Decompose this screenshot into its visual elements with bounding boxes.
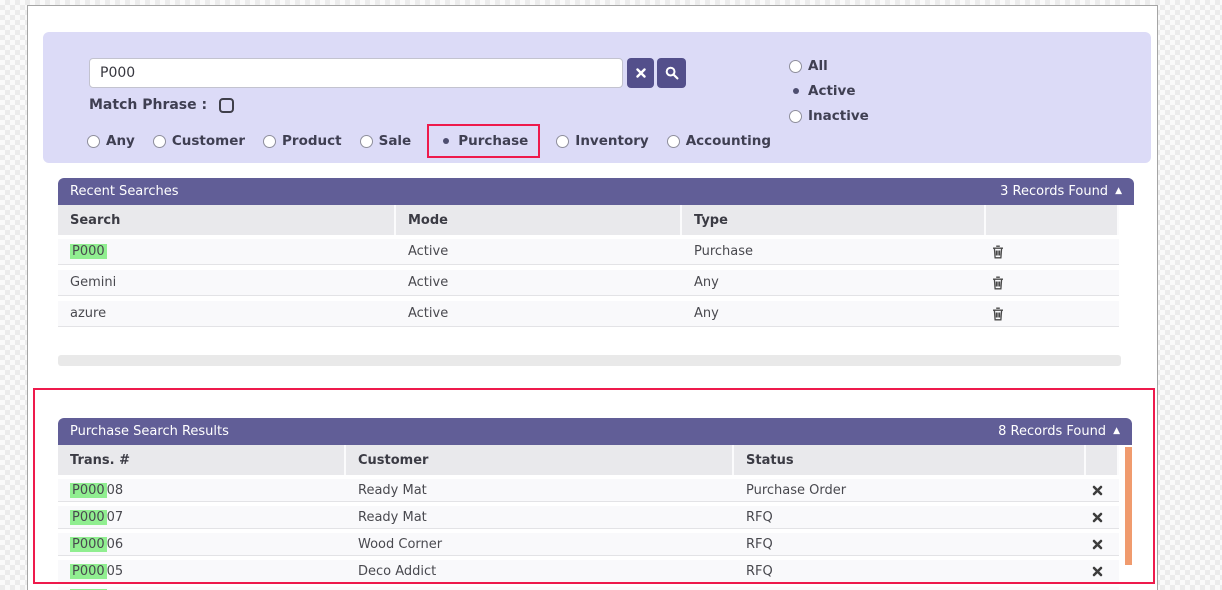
table-row[interactable]: P00006 Wood Corner RFQ [58, 533, 1119, 556]
radio-accounting[interactable]: Accounting [667, 133, 771, 149]
radio-all[interactable]: All [789, 58, 869, 74]
radio-circle-icon [263, 135, 276, 148]
delete-recent-search-button[interactable] [986, 307, 1119, 321]
remove-result-button[interactable] [1086, 512, 1119, 523]
recent-searches-panel: Recent Searches 3 Records Found ▲ Search… [58, 178, 1134, 332]
trash-icon [992, 245, 1004, 259]
table-row[interactable]: Gemini Active Any [58, 270, 1119, 296]
close-icon [1092, 485, 1103, 496]
status-options: All Active Inactive [789, 58, 869, 124]
panel-title: Purchase Search Results [70, 424, 229, 439]
match-phrase-label: Match Phrase : [89, 97, 207, 113]
recent-searches-header: Recent Searches 3 Records Found ▲ [58, 178, 1134, 205]
remove-result-button[interactable] [1086, 539, 1119, 550]
recent-table-header: Search Mode Type [58, 205, 1119, 235]
search-panel: Match Phrase : Any Customer Product [43, 32, 1151, 163]
remove-result-button[interactable] [1086, 566, 1119, 577]
radio-selected-icon [439, 135, 452, 148]
recent-records-toggle[interactable]: 3 Records Found ▲ [1000, 184, 1122, 199]
radio-circle-icon [667, 135, 680, 148]
results-table-header: Trans. # Customer Status [58, 445, 1119, 475]
highlighted-search-term: P000 [70, 483, 107, 498]
page: Match Phrase : Any Customer Product [0, 0, 1222, 590]
highlighted-search-term: P000 [70, 537, 107, 552]
purchase-results-header: Purchase Search Results 8 Records Found … [58, 418, 1132, 445]
close-icon [1092, 512, 1103, 523]
radio-circle-icon [789, 110, 802, 123]
table-row[interactable]: P00007 Ready Mat RFQ [58, 506, 1119, 529]
trash-icon [992, 307, 1004, 321]
radio-purchase[interactable]: Purchase [427, 124, 540, 158]
radio-circle-icon [87, 135, 100, 148]
highlighted-search-term: P000 [70, 564, 107, 579]
highlighted-search-term: P000 [70, 510, 107, 525]
clear-search-button[interactable] [627, 58, 654, 88]
collapse-arrow-icon: ▲ [1115, 186, 1122, 196]
results-records-toggle[interactable]: 8 Records Found ▲ [998, 424, 1120, 439]
vertical-scrollbar-thumb[interactable] [1125, 447, 1132, 565]
close-icon [1092, 539, 1103, 550]
search-type-options: Any Customer Product Sale Purchase [87, 124, 771, 158]
table-row[interactable]: azure Active Any [58, 301, 1119, 327]
close-icon [1092, 566, 1103, 577]
search-input[interactable] [89, 58, 623, 88]
match-phrase-row: Match Phrase : [89, 94, 234, 116]
panel-title: Recent Searches [70, 184, 179, 199]
radio-customer[interactable]: Customer [153, 133, 245, 149]
radio-circle-icon [153, 135, 166, 148]
radio-circle-icon [556, 135, 569, 148]
radio-circle-icon [789, 60, 802, 73]
search-button[interactable] [657, 58, 686, 88]
radio-sale[interactable]: Sale [360, 133, 412, 149]
delete-recent-search-button[interactable] [986, 276, 1119, 290]
close-icon [636, 68, 646, 78]
radio-active[interactable]: Active [789, 83, 869, 99]
table-row[interactable]: P00008 Ready Mat Purchase Order [58, 479, 1119, 502]
radio-inventory[interactable]: Inventory [556, 133, 648, 149]
table-row[interactable]: P000 Active Purchase [58, 239, 1119, 265]
main-card: Match Phrase : Any Customer Product [27, 5, 1158, 590]
highlighted-search-term: P000 [70, 244, 107, 259]
radio-any[interactable]: Any [87, 133, 135, 149]
trash-icon [992, 276, 1004, 290]
radio-circle-icon [360, 135, 373, 148]
match-phrase-checkbox[interactable] [219, 98, 234, 113]
purchase-results-panel: Purchase Search Results 8 Records Found … [58, 418, 1132, 590]
radio-product[interactable]: Product [263, 133, 342, 149]
remove-result-button[interactable] [1086, 485, 1119, 496]
search-icon [665, 66, 679, 80]
radio-inactive[interactable]: Inactive [789, 108, 869, 124]
collapse-arrow-icon: ▲ [1113, 426, 1120, 436]
radio-selected-icon [789, 85, 802, 98]
horizontal-scrollbar[interactable] [58, 355, 1121, 366]
delete-recent-search-button[interactable] [986, 245, 1119, 259]
table-row[interactable]: P00005 Deco Addict RFQ [58, 560, 1119, 583]
